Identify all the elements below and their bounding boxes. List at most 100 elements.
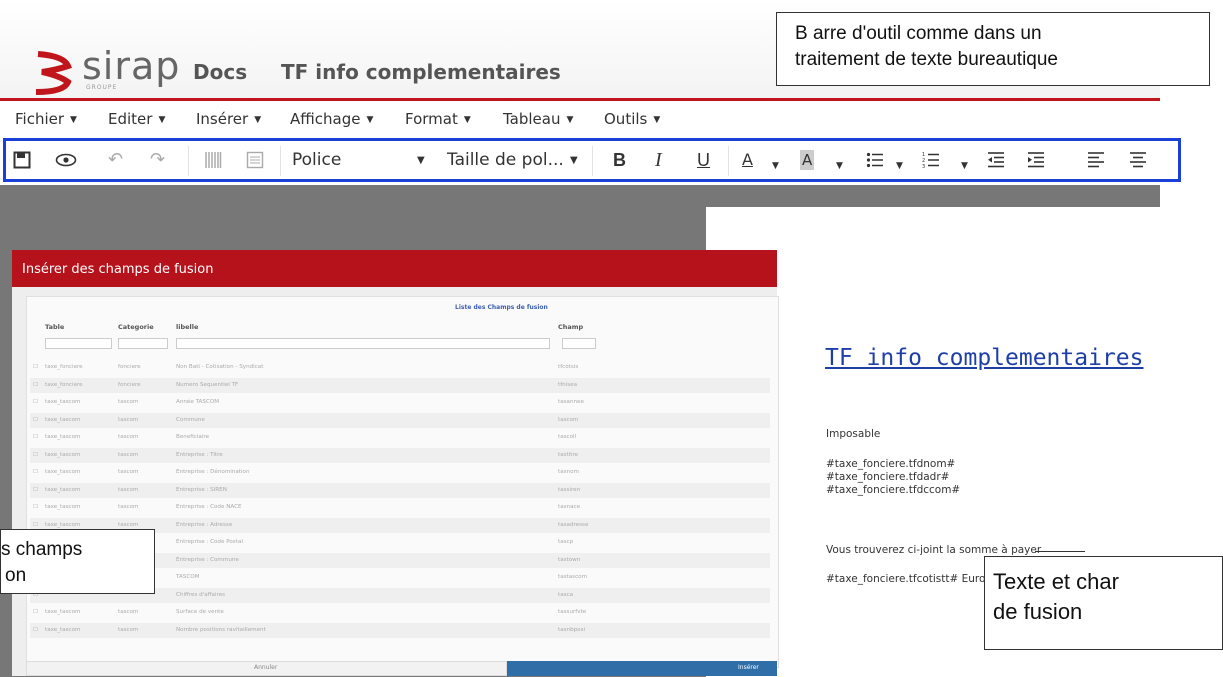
table-cell: Entreprise : Code Postal (176, 539, 243, 545)
font-size-select[interactable]: Taille de pol... (447, 150, 564, 170)
outdent-icon[interactable] (987, 151, 1005, 169)
table-cell: tascom (118, 451, 139, 458)
table-cell: Entreprise : Code NACE (176, 504, 242, 510)
menu-label: Tableau (503, 110, 561, 128)
table-row[interactable]: ☐ taxe_fonciere fonciere Non Bati - Cotisat… (30, 360, 770, 375)
row-checkbox-icon[interactable]: ☐ (33, 382, 38, 388)
table-row[interactable]: ☐ taxe_tascom tascom Entreprise : SIREN tass… (30, 482, 770, 498)
table-cell: fonciere (118, 364, 141, 370)
table-row[interactable]: ☐ taxe_tascom tascom Nombre positions ravit… (30, 622, 770, 638)
caret-down-icon: ▼ (566, 115, 574, 125)
filter-input-categorie[interactable] (118, 338, 168, 349)
italic-icon[interactable]: I (655, 150, 662, 170)
caret-down-icon[interactable]: ▼ (836, 156, 843, 176)
highlight-icon[interactable]: A (800, 150, 815, 170)
table-cell: tascom (118, 521, 139, 528)
callout-text: Texte et char (993, 569, 1119, 594)
menu-format[interactable]: Format ▼ (405, 110, 471, 128)
table-cell: taxe_tascom (45, 486, 81, 493)
callout-arrow (1035, 551, 1085, 552)
toolbar-separator (188, 146, 189, 176)
menu-label: Affichage (290, 110, 361, 128)
table-cell: tascom (118, 626, 139, 633)
filter-input-libelle[interactable] (176, 338, 550, 349)
table-row[interactable]: ☐ taxe_tascom tascom Entreprise : Dénominat… (30, 465, 770, 480)
merge-field-icon[interactable] (246, 151, 264, 169)
header-divider (0, 98, 1160, 101)
row-checkbox-icon[interactable]: ☐ (33, 627, 38, 633)
caret-down-icon[interactable]: ▼ (961, 156, 968, 176)
caret-down-icon[interactable]: ▼ (570, 155, 578, 166)
text-color-icon[interactable]: A (742, 150, 753, 170)
column-header-champ[interactable]: Champ (558, 323, 583, 331)
toolbar-separator (728, 146, 729, 176)
column-header-libelle[interactable]: libelle (176, 323, 198, 331)
callout-text: s champs (1, 539, 83, 560)
row-checkbox-icon[interactable]: ☐ (33, 452, 38, 458)
table-row[interactable]: ☐ taxe_tascom tascom Commune tascom (30, 412, 770, 428)
caret-down-icon[interactable]: ▼ (896, 156, 903, 176)
app-name: Docs (193, 60, 248, 84)
menu-tableau[interactable]: Tableau ▼ (503, 110, 573, 128)
table-cell: taxe_tascom (45, 469, 81, 475)
barcode-icon[interactable] (204, 151, 222, 169)
align-center-icon[interactable] (1129, 151, 1147, 169)
table-row[interactable]: ☐ taxe_tascom tascom Entreprise : Code NACE… (30, 500, 770, 515)
save-icon[interactable] (13, 151, 31, 169)
insert-button-label: Insérer (738, 664, 759, 671)
table-cell: tfcotsis (558, 364, 579, 370)
caret-down-icon[interactable]: ▼ (772, 156, 779, 176)
insert-button[interactable] (507, 661, 777, 676)
caret-down-icon[interactable]: ▼ (417, 155, 425, 166)
table-cell: taxe_fonciere (45, 364, 83, 370)
menubar (0, 102, 1160, 138)
merge-field: #taxe_fonciere.tfdadr# (826, 471, 950, 483)
underline-icon[interactable]: U (697, 150, 710, 170)
row-checkbox-icon[interactable]: ☐ (33, 487, 38, 493)
row-checkbox-icon[interactable]: ☐ (33, 609, 38, 615)
table-row[interactable]: ☐ taxe_tascom tascom Année TASCOM tasannee (30, 395, 770, 410)
redo-icon[interactable]: ↷ (150, 150, 165, 170)
menu-affichage[interactable]: Affichage ▼ (290, 110, 373, 128)
callout-toolbar: B arre d'outil comme dans un traitement … (776, 12, 1210, 86)
menu-editer[interactable]: Editer ▼ (108, 110, 165, 128)
table-cell: TASCOM (176, 574, 200, 580)
toolbar-separator (592, 146, 593, 176)
callout-fields: s champs on (0, 529, 155, 594)
column-header-categorie[interactable]: Categorie (118, 323, 154, 331)
callout-text: B arre d'outil comme dans un (795, 23, 1042, 44)
callout-merge: Texte et char de fusion (984, 556, 1223, 650)
column-header-table[interactable]: Table (45, 323, 64, 331)
row-checkbox-icon[interactable]: ☐ (33, 399, 38, 405)
document-title: TF info complementaires (281, 60, 561, 84)
callout-text: traitement de texte bureautique (795, 49, 1059, 70)
row-checkbox-icon[interactable]: ☐ (33, 469, 38, 475)
filter-input-table[interactable] (45, 338, 112, 349)
filter-input-champ[interactable] (562, 338, 596, 349)
row-checkbox-icon[interactable]: ☐ (33, 522, 38, 528)
table-row[interactable]: ☐ taxe_tascom tascom Beneficiaire tascoll (30, 430, 770, 445)
align-left-icon[interactable] (1087, 151, 1105, 169)
row-checkbox-icon[interactable]: ☐ (33, 364, 38, 370)
font-family-select[interactable]: Police (292, 150, 341, 170)
menu-fichier[interactable]: Fichier ▼ (15, 110, 77, 128)
table-cell: tastascom (558, 574, 588, 580)
undo-icon[interactable]: ↶ (108, 150, 123, 170)
table-cell: tascom (118, 469, 139, 475)
row-checkbox-icon[interactable]: ☐ (33, 417, 38, 423)
table-row[interactable]: ☐ taxe_fonciere fonciere Numero Sequentiel … (30, 377, 770, 393)
bullet-list-icon[interactable] (866, 151, 884, 169)
menu-outils[interactable]: Outils ▼ (604, 110, 660, 128)
table-row[interactable]: ☐ taxe_tascom tascom Surface de vente tassur… (30, 605, 770, 620)
bold-icon[interactable]: B (613, 150, 626, 170)
table-cell: tasnace (558, 504, 581, 510)
table-cell: tassurfvte (558, 609, 587, 615)
row-checkbox-icon[interactable]: ☐ (33, 504, 38, 510)
indent-icon[interactable] (1027, 151, 1045, 169)
table-row[interactable]: ☐ taxe_tascom tascom Entreprise : Titre tast… (30, 447, 770, 463)
preview-eye-icon[interactable] (55, 153, 77, 167)
numbered-list-icon[interactable]: 123 (922, 151, 940, 169)
row-checkbox-icon[interactable]: ☐ (33, 434, 38, 440)
menu-inserer[interactable]: Insérer ▼ (196, 110, 261, 128)
menu-label: Editer (108, 110, 153, 128)
